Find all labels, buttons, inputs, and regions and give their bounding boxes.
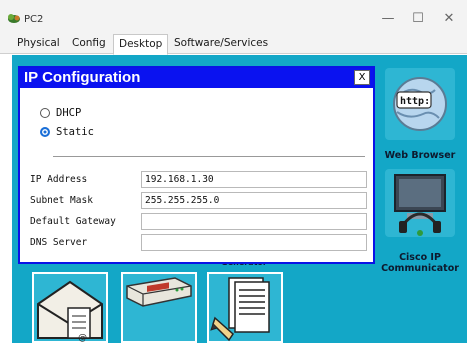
web-browser-label[interactable]: Web Browser [378, 150, 462, 161]
pppoe-dialer-icon[interactable] [121, 272, 197, 343]
dialog-title: IP Configuration [24, 69, 141, 86]
dhcp-radio[interactable] [40, 108, 50, 118]
subnet-mask-label: Subnet Mask [30, 195, 93, 206]
tab-software-services[interactable]: Software/Services [169, 34, 273, 54]
cisco-ip-communicator-label-1[interactable]: Cisco IP [378, 252, 462, 263]
ip-configuration-dialog: IP Configuration X DHCP Static IP Addres… [18, 66, 375, 264]
ip-address-input[interactable]: 192.168.1.30 [141, 171, 367, 188]
packet-tracer-app-icon [8, 14, 20, 23]
text-editor-icon[interactable] [207, 272, 283, 343]
static-label: Static [56, 126, 94, 138]
dhcp-option[interactable]: DHCP [40, 106, 81, 120]
web-browser-icon[interactable]: http: [383, 66, 457, 142]
window-titlebar: PC2 — ☐ ✕ [0, 0, 467, 34]
cisco-ip-communicator-label-2[interactable]: Communicator [378, 263, 462, 274]
svg-text:@: @ [78, 333, 87, 343]
svg-text:http:: http: [400, 96, 430, 107]
window-title: PC2 [24, 14, 44, 25]
default-gateway-label: Default Gateway [30, 216, 116, 227]
tab-bar: Physical Config Desktop Software/Service… [0, 34, 467, 55]
ip-address-label: IP Address [30, 174, 88, 185]
section-divider [53, 156, 365, 157]
dhcp-label: DHCP [56, 107, 82, 119]
maximize-button[interactable]: ☐ [403, 8, 433, 30]
minimize-button[interactable]: — [373, 8, 403, 30]
dns-server-label: DNS Server [30, 237, 88, 248]
static-radio[interactable] [40, 127, 50, 137]
dialog-header: IP Configuration X [20, 68, 373, 88]
tab-config[interactable]: Config [67, 34, 111, 54]
static-option[interactable]: Static [40, 125, 94, 139]
window-close-button[interactable]: ✕ [434, 8, 464, 30]
default-gateway-input[interactable] [141, 213, 367, 230]
email-icon[interactable]: @ [32, 272, 108, 343]
dialog-close-button[interactable]: X [354, 70, 370, 85]
headset-monitor-icon[interactable] [383, 167, 457, 239]
tab-desktop[interactable]: Desktop [113, 34, 169, 55]
dns-server-input[interactable] [141, 234, 367, 251]
subnet-mask-input[interactable]: 255.255.255.0 [141, 192, 367, 209]
tab-physical[interactable]: Physical [12, 34, 65, 54]
